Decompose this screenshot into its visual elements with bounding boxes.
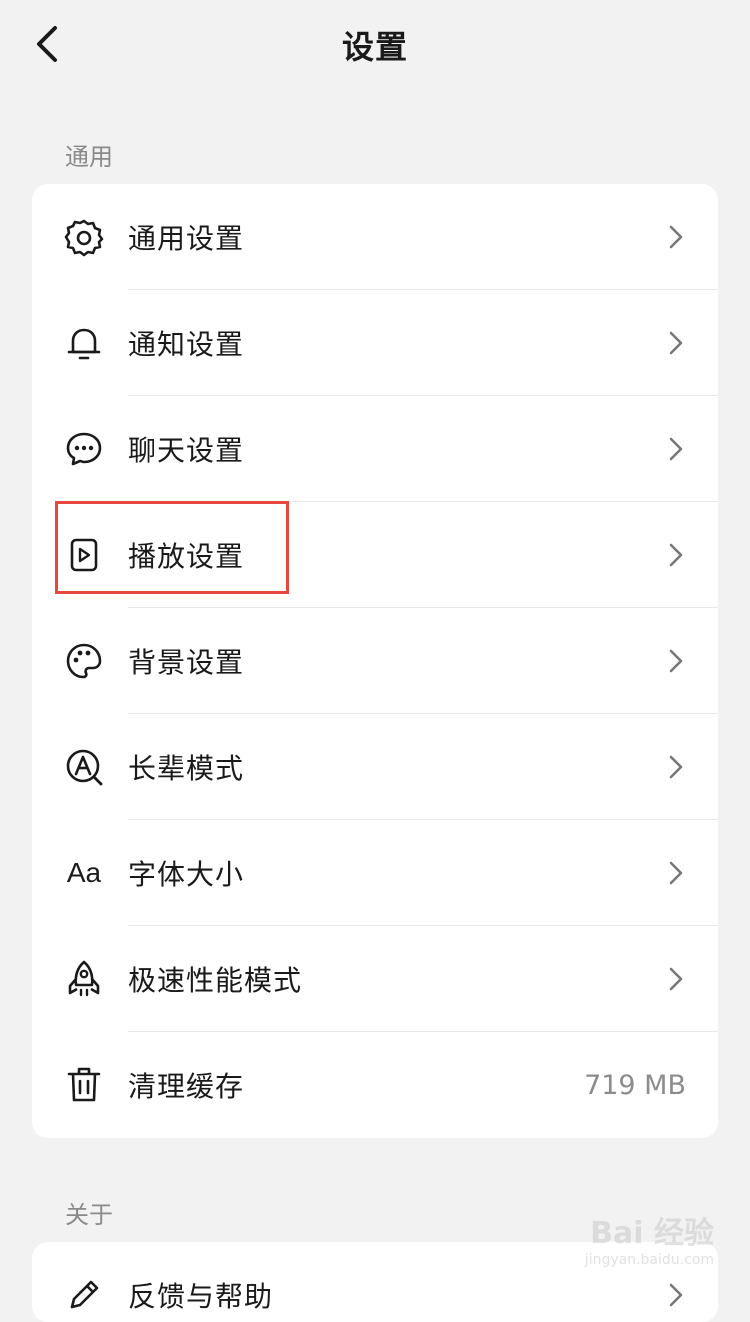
trash-icon [62, 1063, 106, 1107]
chevron-right-icon [664, 328, 688, 358]
play-icon [62, 533, 106, 577]
font-size-icon: Aa [66, 857, 102, 888]
settings-row-label: 字体大小 [128, 858, 245, 891]
rocket-icon [62, 957, 106, 1001]
chat-bubble-icon [62, 427, 106, 471]
page-title: 设置 [341, 28, 408, 66]
settings-row-chat[interactable]: 聊天设置 [32, 396, 718, 502]
chevron-right-icon [664, 858, 688, 888]
settings-row-label: 通知设置 [128, 328, 245, 361]
settings-row-label: 聊天设置 [128, 434, 245, 467]
chevron-right-icon [664, 646, 688, 676]
settings-row-label: 反馈与帮助 [128, 1280, 274, 1313]
settings-row-performance-mode[interactable]: 极速性能模式 [32, 926, 718, 1032]
settings-row-label: 极速性能模式 [128, 964, 303, 997]
baidu-jingyan-watermark: Bai 经验 jingyan.baidu.com [585, 1208, 714, 1268]
chevron-right-icon [664, 434, 688, 464]
settings-row-label: 通用设置 [128, 222, 245, 255]
chevron-right-icon [664, 540, 688, 570]
settings-row-clear-cache[interactable]: 清理缓存 719 MB [32, 1032, 718, 1138]
settings-row-font-size[interactable]: Aa 字体大小 [32, 820, 718, 926]
section-label-about: 关于 [65, 1201, 113, 1229]
bell-icon [62, 321, 106, 365]
chevron-right-icon [664, 964, 688, 994]
settings-row-background[interactable]: 背景设置 [32, 608, 718, 714]
settings-row-label: 播放设置 [128, 540, 245, 573]
settings-row-label: 背景设置 [128, 646, 245, 679]
cache-size-value: 719 MB [584, 1069, 686, 1101]
nav-bar: 设置 [0, 0, 750, 90]
settings-row-elder-mode[interactable]: 长辈模式 [32, 714, 718, 820]
elder-mode-icon [62, 745, 106, 789]
watermark-sub-text: jingyan.baidu.com [584, 1252, 714, 1268]
settings-row-label: 长辈模式 [128, 752, 245, 785]
gear-icon [62, 215, 106, 259]
chevron-right-icon [664, 752, 688, 782]
settings-row-general[interactable]: 通用设置 [32, 184, 718, 290]
general-settings-card: 通用设置 通知设置 聊天设置 播放设置 背景设置 长辈模式 Aa 字体大小 极速… [32, 184, 718, 1138]
chevron-right-icon [664, 1280, 688, 1310]
palette-icon [62, 639, 106, 683]
settings-row-label: 清理缓存 [128, 1070, 245, 1103]
pencil-icon [62, 1273, 106, 1317]
chevron-right-icon [664, 222, 688, 252]
settings-row-notification[interactable]: 通知设置 [32, 290, 718, 396]
watermark-main-text: Bai 经验 [590, 1216, 714, 1251]
settings-row-playback[interactable]: 播放设置 [32, 502, 718, 608]
section-label-general: 通用 [65, 143, 113, 171]
